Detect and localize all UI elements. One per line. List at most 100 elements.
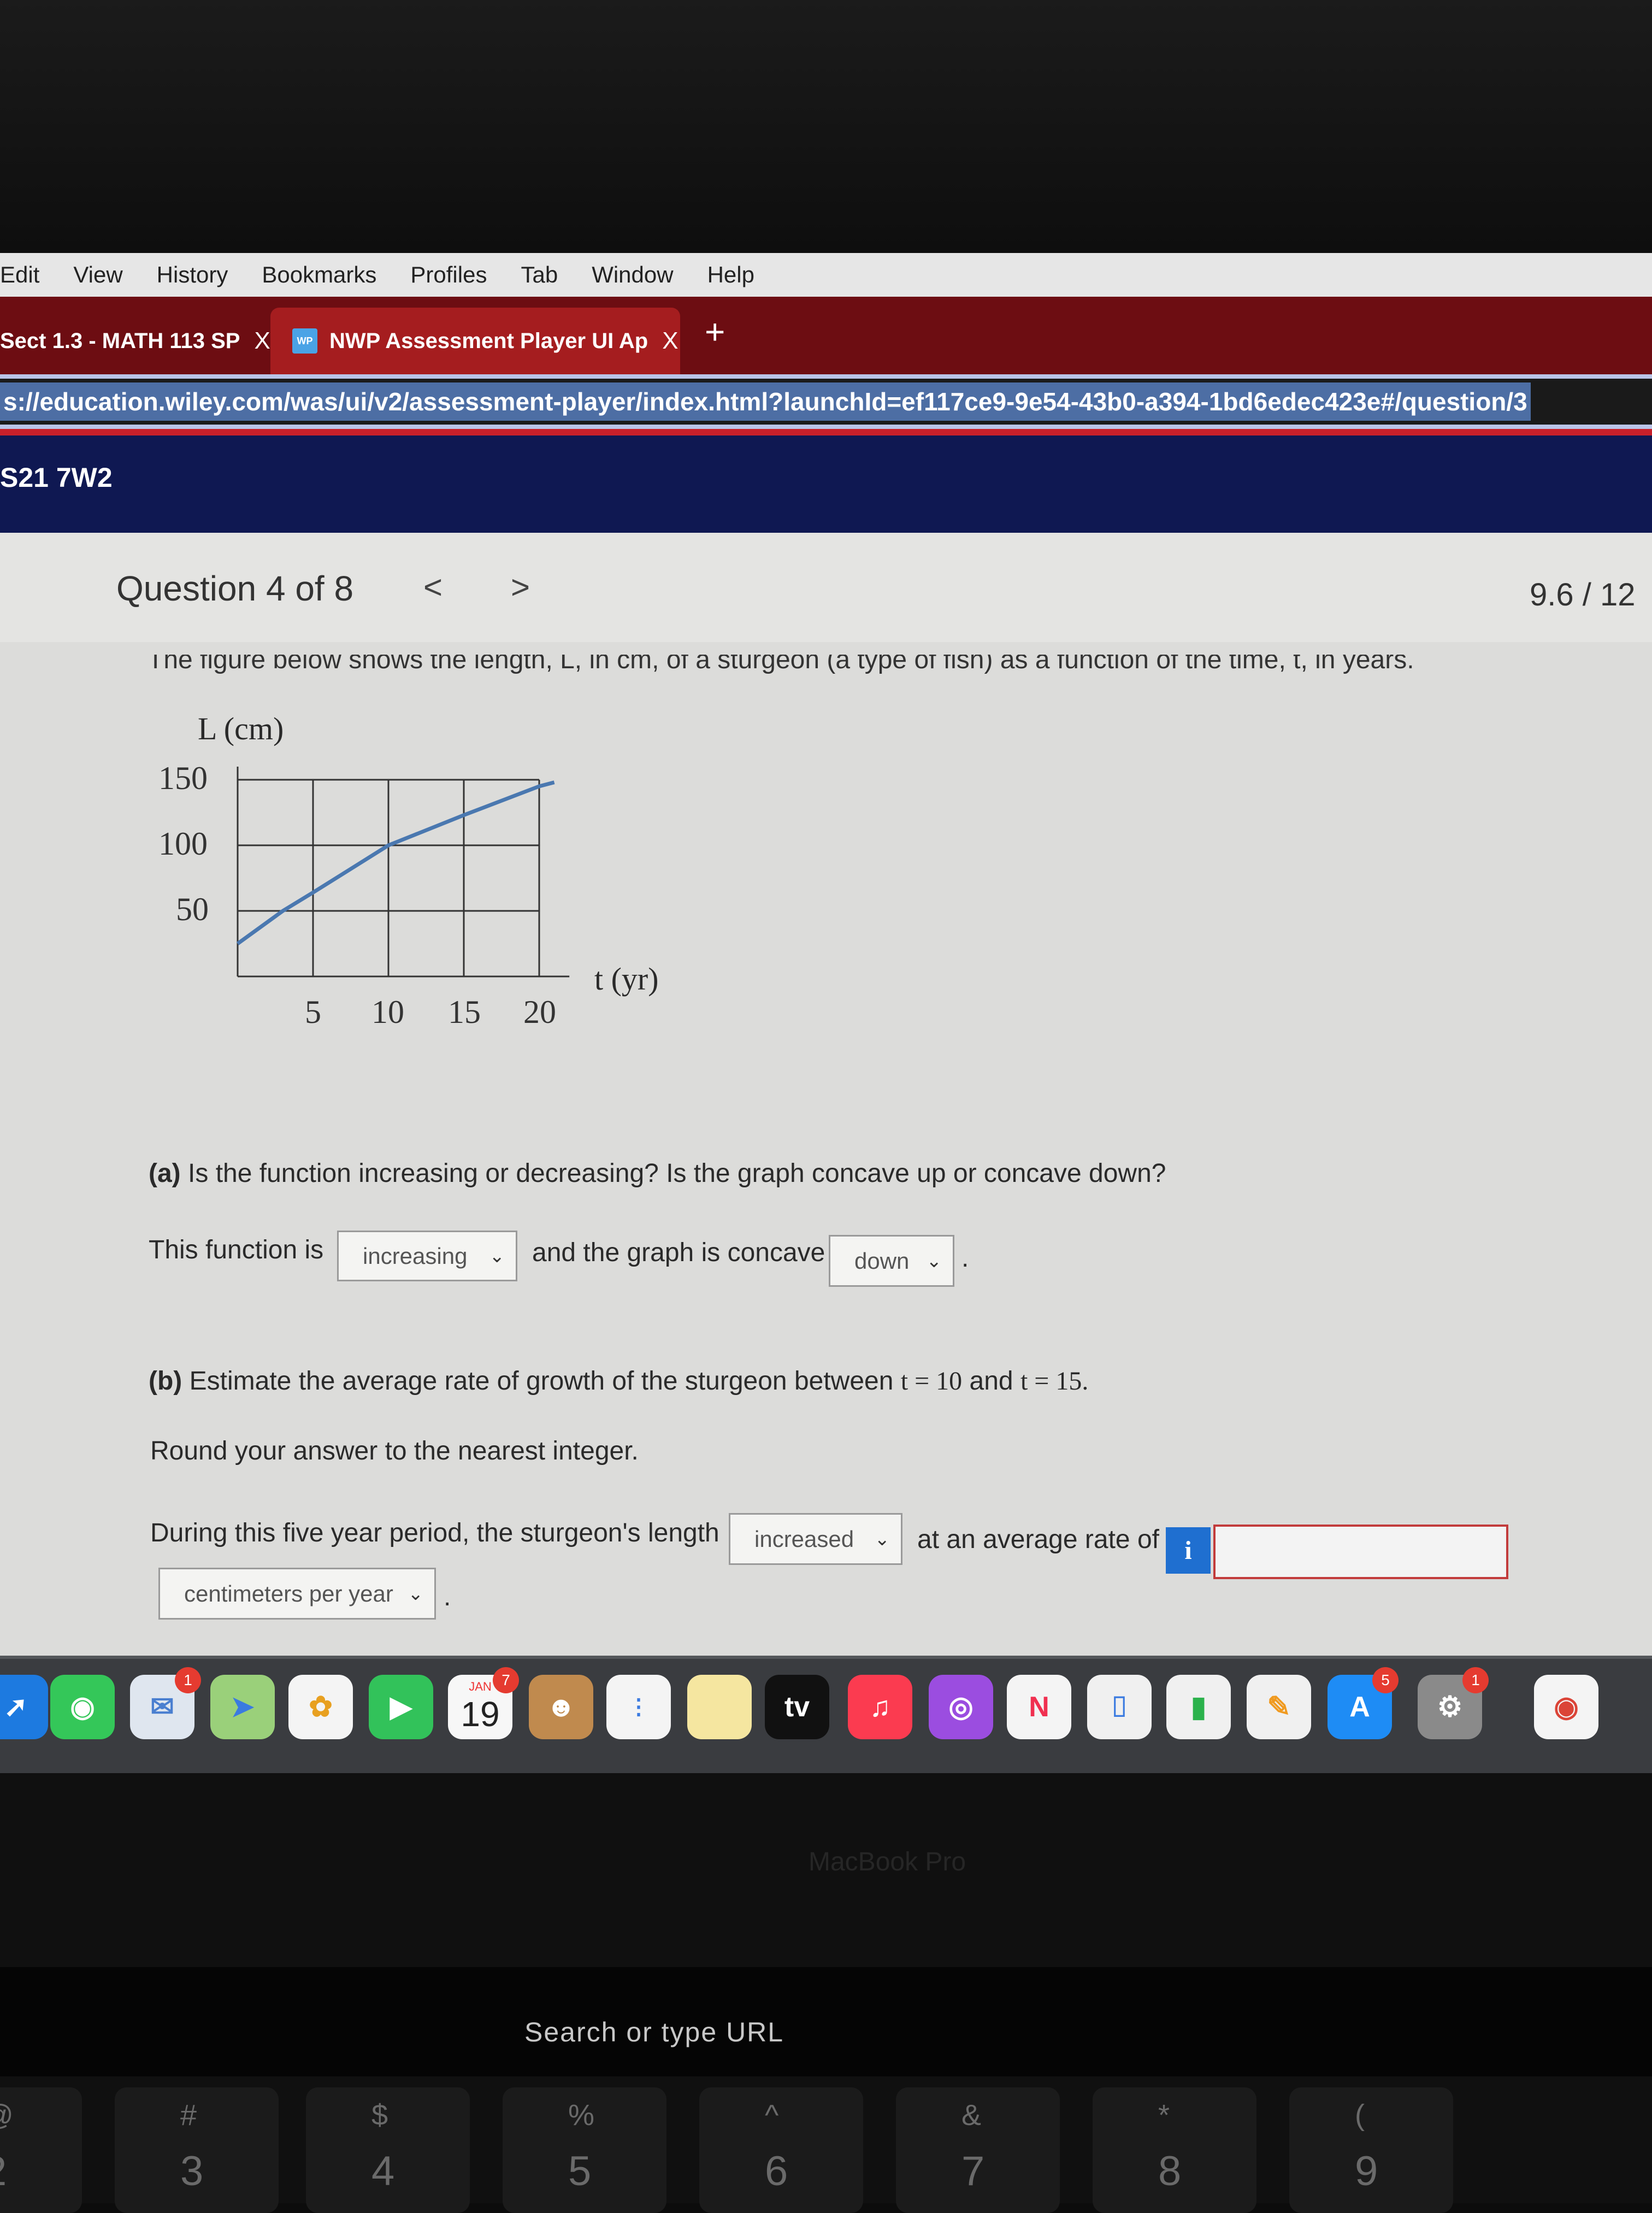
- x-tick-label: 10: [371, 994, 404, 1030]
- change-select-value: increased: [754, 1526, 854, 1552]
- part-a-text1: This function is: [149, 1235, 324, 1264]
- units-select[interactable]: centimeters per year ⌄: [158, 1568, 436, 1620]
- key-symbol: @: [0, 2098, 14, 2132]
- close-icon[interactable]: X: [662, 327, 678, 355]
- menu-edit[interactable]: Edit: [0, 262, 39, 288]
- key-7[interactable]: & 7: [896, 2087, 1060, 2213]
- url-text[interactable]: s://education.wiley.com/was/ui/v2/assess…: [0, 382, 1531, 421]
- reminders-icon[interactable]: ⋮: [606, 1675, 671, 1739]
- chevron-down-icon: ⌄: [489, 1245, 505, 1267]
- menu-window[interactable]: Window: [592, 262, 673, 288]
- news-icon[interactable]: N: [1007, 1675, 1071, 1739]
- key-symbol: %: [568, 2099, 595, 2132]
- menu-tab[interactable]: Tab: [521, 262, 558, 288]
- menu-bookmarks[interactable]: Bookmarks: [262, 262, 376, 288]
- key-6[interactable]: ^ 6: [699, 2087, 863, 2213]
- key-symbol: ^: [765, 2099, 779, 2132]
- part-a-label: (a): [149, 1159, 181, 1188]
- chevron-down-icon: ⌄: [408, 1583, 424, 1604]
- course-header: [0, 435, 1652, 533]
- screen-bezel: [0, 0, 1652, 253]
- app-store-badge: 5: [1372, 1667, 1399, 1693]
- menu-bar: Edit View History Bookmarks Profiles Tab…: [0, 253, 1652, 297]
- y-axis-label: L (cm): [198, 711, 284, 746]
- app-store-icon[interactable]: A5: [1328, 1667, 1399, 1739]
- previous-question-button[interactable]: <: [423, 568, 442, 606]
- concavity-select-value: down: [854, 1247, 910, 1274]
- mail-icon[interactable]: ✉ 1: [130, 1667, 201, 1739]
- t-value-2: t = 15.: [1020, 1367, 1089, 1396]
- key-symbol: &: [961, 2099, 982, 2132]
- tab-label: Sect 1.3 - MATH 113 SP: [0, 328, 240, 353]
- key-digit: 5: [568, 2148, 592, 2194]
- notes-icon[interactable]: [687, 1675, 752, 1739]
- rate-answer-input[interactable]: [1213, 1525, 1508, 1579]
- maps-icon[interactable]: ➤: [210, 1675, 275, 1739]
- menu-profiles[interactable]: Profiles: [410, 262, 487, 288]
- key-digit: 8: [1158, 2148, 1182, 2194]
- new-tab-button[interactable]: +: [705, 311, 725, 352]
- question-title: Question 4 of 8: [116, 569, 354, 608]
- key-4[interactable]: $4: [306, 2087, 470, 2213]
- key-symbol: *: [1158, 2099, 1170, 2132]
- and-text: and: [969, 1367, 1013, 1396]
- key-9[interactable]: (9: [1289, 2087, 1453, 2213]
- tab-bar: Sect 1.3 - MATH 113 SP X WP NWP Assessme…: [0, 297, 1652, 374]
- contacts-icon[interactable]: ☻: [529, 1675, 593, 1739]
- key-symbol: $: [371, 2099, 388, 2132]
- menu-view[interactable]: View: [73, 262, 122, 288]
- part-b-question: Estimate the average rate of growth of t…: [189, 1367, 894, 1396]
- next-question-button[interactable]: >: [511, 568, 530, 606]
- chrome-icon[interactable]: ◉: [1534, 1675, 1598, 1739]
- keynote-icon[interactable]: ⌷: [1087, 1675, 1152, 1739]
- period: .: [961, 1244, 969, 1273]
- info-button[interactable]: i: [1166, 1527, 1211, 1574]
- music-icon[interactable]: ♫: [848, 1675, 912, 1739]
- rounding-instruction: Round your answer to the nearest integer…: [150, 1437, 639, 1465]
- y-tick-label: 150: [158, 760, 208, 796]
- x-tick-label: 15: [448, 994, 481, 1030]
- photos-icon[interactable]: ✿: [288, 1675, 353, 1739]
- menu-history[interactable]: History: [157, 262, 228, 288]
- x-axis-label: t (yr): [594, 961, 659, 997]
- mail-badge: 1: [175, 1667, 201, 1693]
- calendar-day: 19: [461, 1694, 500, 1734]
- key-digit: 6: [765, 2148, 788, 2194]
- touchbar-search[interactable]: Search or type URL: [524, 2016, 784, 2048]
- part-b-label: (b): [149, 1367, 182, 1396]
- tab-math113[interactable]: Sect 1.3 - MATH 113 SP X: [0, 308, 270, 374]
- numbers-icon[interactable]: ▮: [1166, 1675, 1231, 1739]
- sturgeon-length-chart: [236, 767, 570, 978]
- system-preferences-badge: 1: [1462, 1667, 1489, 1693]
- system-preferences-icon[interactable]: ⚙ 1: [1418, 1667, 1489, 1739]
- concavity-select[interactable]: down ⌄: [829, 1235, 954, 1287]
- length-curve: [236, 780, 555, 945]
- part-b-prompt: (b) Estimate the average rate of growth …: [149, 1366, 1088, 1396]
- pages-icon[interactable]: ✎: [1247, 1675, 1311, 1739]
- t-value-1: t = 10: [900, 1367, 963, 1396]
- key-2[interactable]: @2: [0, 2087, 82, 2213]
- key-8[interactable]: * 8: [1093, 2087, 1256, 2213]
- direction-select-value: increasing: [363, 1243, 468, 1269]
- podcasts-icon[interactable]: ◎: [929, 1675, 993, 1739]
- safari-icon[interactable]: ➚: [0, 1675, 48, 1739]
- tab-assessment-player[interactable]: WP NWP Assessment Player UI Ap X: [270, 308, 680, 374]
- x-tick-label: 20: [523, 994, 556, 1030]
- close-icon[interactable]: X: [254, 327, 270, 355]
- x-tick-label: 5: [305, 994, 321, 1030]
- direction-select[interactable]: increasing ⌄: [337, 1231, 517, 1281]
- key-5[interactable]: % 5: [503, 2087, 666, 2213]
- messages-icon[interactable]: ◉: [50, 1675, 115, 1739]
- part-a-text2: and the graph is concave: [532, 1238, 825, 1267]
- menu-help[interactable]: Help: [707, 262, 754, 288]
- units-select-value: centimeters per year: [184, 1580, 393, 1606]
- calendar-icon[interactable]: JAN 19 7: [448, 1667, 519, 1739]
- calendar-month: JAN: [469, 1680, 492, 1693]
- part-b-text1: During this five year period, the sturge…: [150, 1519, 719, 1547]
- key-3[interactable]: #3: [115, 2087, 279, 2213]
- macbook-brand: MacBook Pro: [809, 1847, 966, 1876]
- facetime-icon[interactable]: ▶: [369, 1675, 433, 1739]
- change-select[interactable]: increased ⌄: [729, 1513, 902, 1565]
- calendar-badge: 7: [493, 1667, 519, 1693]
- tv-icon[interactable]: tv: [765, 1675, 829, 1739]
